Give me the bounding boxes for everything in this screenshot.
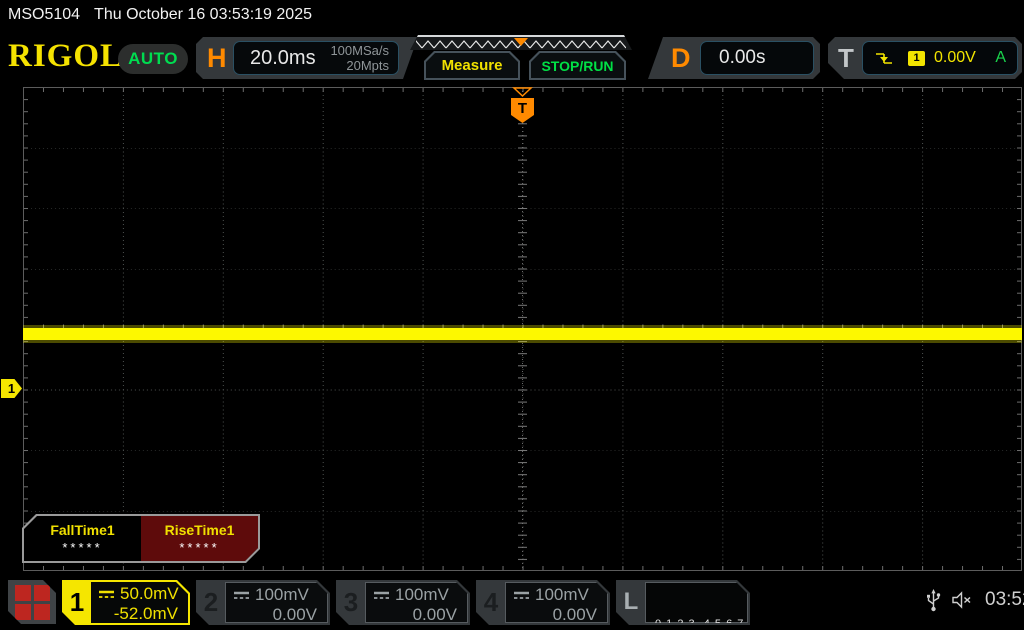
measurement-value: ***** (141, 540, 258, 555)
speaker-muted-icon (951, 591, 975, 609)
logic-channels-row1: 0 1 2 3 4 5 6 7 (655, 617, 747, 630)
trigger-readout[interactable]: 1 0.00V A (862, 41, 1018, 75)
channel2-scale: 100mV (255, 585, 309, 605)
logic-channel-list: 0 1 2 3 4 5 6 7 8 9 1011 12131415 (645, 582, 748, 623)
clock-readout: 03:52 (985, 589, 1024, 611)
oscilloscope-screen: MSO5104 Thu October 16 03:53:19 2025 RIG… (0, 0, 1024, 630)
falling-edge-icon (874, 50, 894, 67)
horizontal-label: H (207, 37, 227, 79)
graticule-grid: T (23, 87, 1022, 571)
usb-icon (926, 588, 941, 612)
stop-run-button-label: STOP/RUN (541, 58, 613, 74)
sample-rate-readout: 100MSa/s 20Mpts (330, 43, 389, 73)
channel3-scale: 100mV (395, 585, 449, 605)
channel1-scale: 50.0mV (120, 584, 179, 604)
menu-grid-icon (15, 585, 50, 620)
horizontal-readout[interactable]: 20.0ms 100MSa/s 20Mpts (233, 41, 399, 75)
measurement-value: ***** (24, 540, 141, 555)
datetime-text: Thu October 16 03:53:19 2025 (94, 6, 312, 24)
delay-settings-group[interactable]: D 0.00s (648, 37, 820, 79)
trigger-source-badge: 1 (908, 51, 925, 66)
channel1-trace (23, 325, 1022, 343)
waveform-display-area: T (23, 87, 1022, 571)
main-menu-button[interactable] (8, 580, 56, 624)
channel1-offset: -52.0mV (91, 604, 188, 624)
stop-run-button[interactable]: STOP/RUN (529, 51, 626, 80)
dc-coupling-icon (513, 591, 530, 600)
measurement-name: RiseTime1 (141, 522, 258, 538)
channel4-block[interactable]: 4 100mV 0.00V (476, 580, 610, 625)
channel3-offset: 0.00V (366, 605, 467, 625)
memory-depth: 20Mpts (330, 58, 389, 73)
measurement-risetime[interactable]: RiseTime1 ***** (141, 516, 258, 561)
trigger-position-pointer-icon[interactable] (514, 38, 528, 46)
channel1-number: 1 (62, 580, 92, 624)
channel3-block[interactable]: 3 100mV 0.00V (336, 580, 470, 625)
model-name: MSO5104 (8, 6, 80, 24)
measure-button[interactable]: Measure (424, 51, 520, 80)
horizontal-settings-group[interactable]: H 20.0ms 100MSa/s 20Mpts (196, 37, 418, 79)
delay-value[interactable]: 0.00s (700, 41, 814, 75)
trigger-label: T (838, 37, 854, 79)
measurement-falltime[interactable]: FallTime1 ***** (24, 516, 141, 561)
top-status-bar: MSO5104 Thu October 16 03:53:19 2025 (8, 6, 312, 24)
channel2-offset: 0.00V (226, 605, 327, 625)
measurement-name: FallTime1 (24, 522, 141, 538)
acquisition-mode-badge: AUTO (118, 44, 188, 74)
channel2-number: 2 (196, 580, 226, 624)
dc-coupling-icon (373, 591, 390, 600)
delay-label: D (671, 37, 691, 79)
rigol-logo: RIGOL (8, 38, 123, 75)
trigger-sweep-mode: A (995, 49, 1006, 67)
channel4-scale: 100mV (535, 585, 589, 605)
channel2-block[interactable]: 2 100mV 0.00V (196, 580, 330, 625)
waveform-position-indicator[interactable] (410, 35, 632, 50)
channel1-offset-marker[interactable]: 1 (1, 379, 22, 398)
sample-rate: 100MSa/s (330, 43, 389, 58)
timebase-value: 20.0ms (250, 47, 316, 70)
trigger-level-value: 0.00V (934, 49, 976, 67)
status-icons: 03:52 (926, 588, 1024, 612)
dc-coupling-icon (233, 591, 250, 600)
channel4-offset: 0.00V (506, 605, 607, 625)
logic-channels-block[interactable]: L 0 1 2 3 4 5 6 7 8 9 1011 12131415 (616, 580, 750, 625)
logic-block-label: L (616, 580, 646, 624)
channel1-block[interactable]: 1 50.0mV -52.0mV (62, 580, 190, 625)
trigger-marker-letter: T (518, 100, 527, 117)
channel3-number: 3 (336, 580, 366, 624)
measure-button-label: Measure (442, 57, 503, 74)
measurement-panel: FallTime1 ***** RiseTime1 ***** (22, 514, 260, 563)
trigger-settings-group[interactable]: T 1 0.00V A (828, 37, 1022, 79)
dc-coupling-icon (98, 590, 115, 599)
channel4-number: 4 (476, 580, 506, 624)
